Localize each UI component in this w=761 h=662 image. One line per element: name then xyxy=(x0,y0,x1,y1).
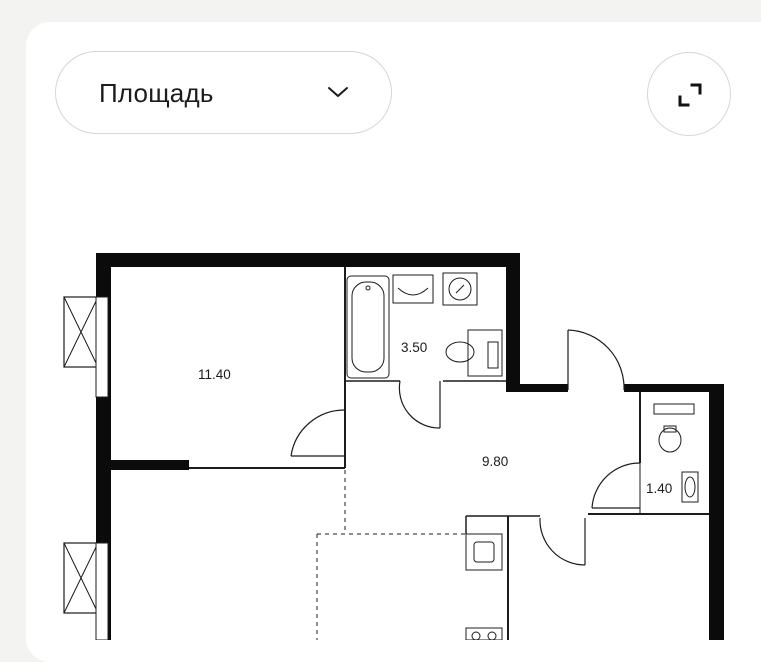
interior-walls xyxy=(111,267,709,640)
area-label-hallway: 9.80 xyxy=(482,454,508,469)
exterior-walls xyxy=(96,253,724,640)
room-area-labels: 11.40 3.50 9.80 1.40 xyxy=(198,340,672,496)
floor-plan: 11.40 3.50 9.80 1.40 xyxy=(63,253,724,640)
area-label-toilet: 1.40 xyxy=(646,481,672,496)
fixtures xyxy=(346,272,699,640)
area-label-bathroom: 3.50 xyxy=(401,340,427,355)
area-label-bedroom: 11.40 xyxy=(198,367,231,382)
